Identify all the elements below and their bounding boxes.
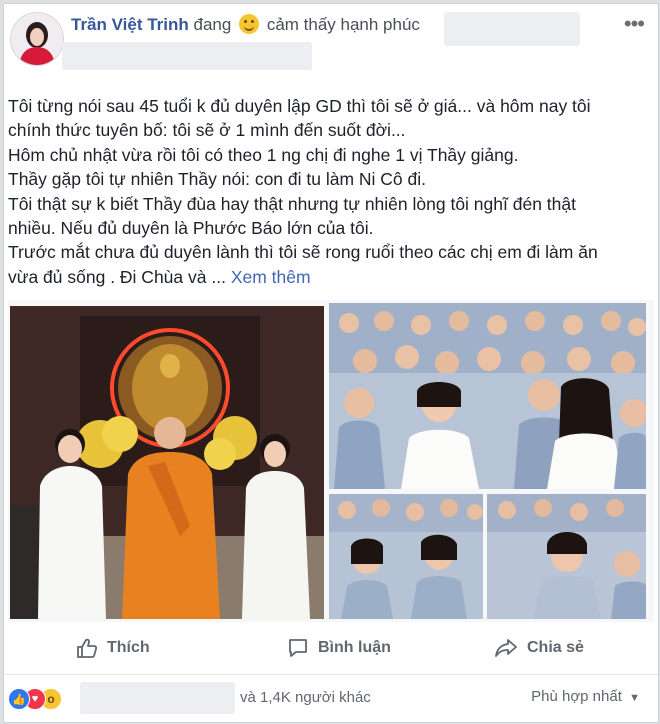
post-line: chính thức tuyên bố: tôi sẽ ở 1 mình đến…	[8, 120, 406, 141]
share-icon	[495, 639, 517, 657]
post-header: Trần Việt Trinh đang cảm thấy hạnh phúc	[71, 12, 420, 38]
comment-icon	[289, 639, 307, 657]
post-line: Tôi thật sự k biết Thầy đùa hay thật như…	[8, 193, 576, 214]
photo-grid	[8, 300, 654, 622]
reaction-icons[interactable]: 👍 ♥ o	[8, 688, 78, 710]
crowd-scene-image	[329, 494, 483, 619]
reaction-others-text[interactable]: và 1,4K người khác	[240, 688, 371, 708]
action-bar: Thích Bình luận Chia sẻ	[4, 626, 658, 670]
share-label: Chia sẻ	[527, 639, 584, 656]
post-line: Thầy gặp tôi tự nhiên Thầy nói: con đi t…	[8, 169, 427, 190]
blurred-names	[80, 682, 235, 714]
post-line: Hôm chủ nhật vừa rồi tôi có theo 1 ng ch…	[8, 144, 519, 165]
thumbs-up-icon	[77, 638, 98, 658]
feeling-prefix: đang	[193, 15, 232, 34]
post-line-last: vừa đủ sống . Đi Chùa và ... Xem thêm	[8, 265, 648, 289]
like-button[interactable]: Thích	[76, 626, 150, 670]
comment-label: Bình luận	[318, 639, 391, 656]
avatar[interactable]	[10, 12, 64, 66]
post-line: nhiều. Nếu đủ duyên là Phước Báo lớn của…	[8, 218, 374, 239]
divider	[4, 674, 658, 675]
comment-button[interactable]: Bình luận	[287, 626, 391, 670]
photo-crowd-left[interactable]	[329, 494, 483, 619]
post-card: Trần Việt Trinh đang cảm thấy hạnh phúc …	[3, 3, 659, 723]
sort-dropdown[interactable]: Phù hợp nhất ▼	[531, 687, 640, 708]
reactions-bar: 👍 ♥ o và 1,4K người khác Phù hợp nhất ▼	[4, 676, 658, 720]
like-icon: 👍	[8, 688, 30, 710]
author-name[interactable]: Trần Việt Trinh	[71, 15, 189, 34]
see-more-link[interactable]: Xem thêm	[231, 267, 311, 287]
feeling-text: cảm thấy hạnh phúc	[266, 15, 420, 34]
blurred-region	[444, 12, 580, 46]
smile-emoji-icon	[239, 14, 260, 34]
crowd-scene-image	[329, 303, 646, 489]
caret-down-icon: ▼	[626, 692, 640, 704]
post-line: Tôi từng nói sau 45 tuổi k đủ duyên lập …	[8, 96, 591, 116]
photo-temple[interactable]	[10, 306, 324, 619]
photo-crowd-right[interactable]	[487, 494, 646, 619]
post-text: Tôi từng nói sau 45 tuổi k đủ duyên lập …	[8, 94, 648, 289]
avatar-photo	[11, 13, 63, 65]
crowd-scene-image	[487, 494, 646, 619]
temple-scene-image	[10, 306, 324, 619]
post-line: Trước mắt chưa đủ duyên lành thì tôi sẽ …	[8, 242, 598, 263]
three-dots-icon[interactable]: •••	[624, 13, 645, 35]
photo-crowd-large[interactable]	[329, 303, 646, 489]
post-line: vừa đủ sống . Đi Chùa và ...	[8, 266, 226, 287]
blurred-timestamp	[62, 42, 312, 70]
sort-label: Phù hợp nhất	[531, 688, 622, 705]
like-label: Thích	[107, 639, 150, 656]
share-button[interactable]: Chia sẻ	[494, 626, 584, 670]
